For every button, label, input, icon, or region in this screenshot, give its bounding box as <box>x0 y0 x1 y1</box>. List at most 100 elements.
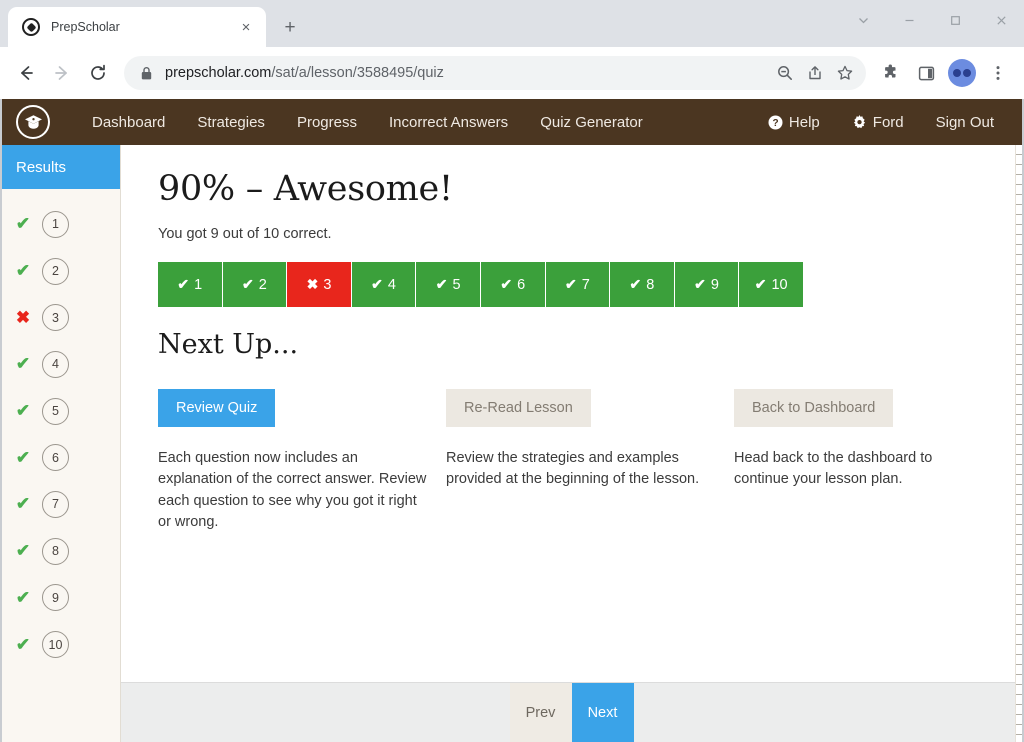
prepscholar-favicon-icon <box>22 18 40 36</box>
check-icon: ✔ <box>694 276 706 292</box>
check-icon: ✔ <box>15 634 31 654</box>
site-navigation-bar: Dashboard Strategies Progress Incorrect … <box>2 99 1022 145</box>
browser-tab[interactable]: PrepScholar × <box>8 7 266 47</box>
question-box-1[interactable]: ✔ 1 <box>158 262 223 307</box>
page-body: Results ✔ 1 ✔ 2 ✖ 3 ✔ 4 ✔ 5 ✔ 6 ✔ 7 ✔ 8 ✔ 9 ✔ 10 9 <box>2 145 1022 742</box>
share-icon[interactable] <box>800 58 830 88</box>
profile-avatar-icon[interactable] <box>948 59 976 87</box>
close-tab-icon[interactable]: × <box>236 17 256 37</box>
lock-icon <box>140 66 153 81</box>
browser-window: PrepScholar × + prepscholar.com/sat/a/le… <box>0 0 1024 742</box>
page-scroll-rail[interactable] <box>1015 145 1022 742</box>
review-quiz-description: Each question now includes an explanatio… <box>158 450 427 531</box>
check-icon: ✔ <box>15 587 31 607</box>
chrome-menu-icon[interactable] <box>980 55 1016 91</box>
sidebar-item-q4[interactable]: ✔ 4 <box>2 341 120 388</box>
question-box-3[interactable]: ✖ 3 <box>287 262 352 307</box>
nav-link-help[interactable]: ? Help <box>752 114 836 131</box>
re-read-lesson-button[interactable]: Re-Read Lesson <box>446 389 591 427</box>
check-icon: ✔ <box>177 276 190 292</box>
bookmark-star-icon[interactable] <box>830 58 860 88</box>
side-panel-icon[interactable] <box>908 55 944 91</box>
prev-button[interactable]: Prev <box>509 683 572 742</box>
question-box-6[interactable]: ✔ 6 <box>480 262 546 307</box>
tab-title: PrepScholar <box>51 20 120 34</box>
card-re-read-lesson: Re-Read Lesson Review the strategies and… <box>446 389 734 534</box>
zoom-out-icon[interactable] <box>770 58 800 88</box>
question-box-number: 4 <box>387 276 396 293</box>
svg-text:?: ? <box>772 118 778 129</box>
main-content: 90% – Awesome! You got 9 out of 10 corre… <box>121 145 1022 742</box>
maximize-icon[interactable] <box>932 0 978 40</box>
question-box-10[interactable]: ✔ 10 <box>739 262 803 307</box>
question-box-9[interactable]: ✔ 9 <box>674 262 740 307</box>
question-box-number: 7 <box>581 276 590 293</box>
sidebar-q-number: 8 <box>42 537 69 565</box>
close-window-icon[interactable] <box>978 0 1024 40</box>
nav-link-strategies[interactable]: Strategies <box>181 114 281 131</box>
question-box-number: 10 <box>771 276 788 293</box>
sidebar-item-q10[interactable]: ✔ 10 <box>2 621 120 668</box>
nav-link-account[interactable]: Ford <box>836 114 920 131</box>
question-box-number: 2 <box>258 276 267 293</box>
check-icon: ✔ <box>15 447 31 467</box>
question-box-7[interactable]: ✔ 7 <box>545 262 611 307</box>
question-box-5[interactable]: ✔ 5 <box>416 262 481 307</box>
sidebar-q-number: 5 <box>42 397 69 425</box>
extensions-puzzle-icon[interactable] <box>872 55 908 91</box>
sidebar-q-number: 10 <box>42 631 69 659</box>
sidebar-q-number: 2 <box>42 257 69 285</box>
sidebar-item-q3[interactable]: ✖ 3 <box>2 294 120 341</box>
nav-link-quiz-generator[interactable]: Quiz Generator <box>524 114 659 131</box>
sidebar-item-q6[interactable]: ✔ 6 <box>2 434 120 481</box>
nav-link-incorrect-answers[interactable]: Incorrect Answers <box>373 114 524 131</box>
question-box-2[interactable]: ✔ 2 <box>222 262 288 307</box>
reload-icon[interactable] <box>80 55 116 91</box>
back-to-dashboard-button[interactable]: Back to Dashboard <box>734 389 894 427</box>
sidebar-q-number: 1 <box>42 210 69 238</box>
question-box-number: 6 <box>517 276 526 293</box>
url-path: /sat/a/lesson/3588495/quiz <box>271 65 444 81</box>
new-tab-button[interactable]: + <box>276 13 304 41</box>
sidebar-heading: Results <box>2 145 120 189</box>
nav-link-help-label: Help <box>788 113 820 131</box>
gear-icon <box>853 114 865 128</box>
help-circle-icon: ? <box>768 115 783 129</box>
check-icon: ✔ <box>754 276 767 292</box>
review-quiz-button[interactable]: Review Quiz <box>158 389 276 427</box>
sidebar-item-q2[interactable]: ✔ 2 <box>2 248 120 295</box>
check-icon: ✔ <box>371 276 383 292</box>
score-subtitle: You got 9 out of 10 correct. <box>158 226 332 242</box>
next-button[interactable]: Next <box>571 683 634 742</box>
question-box-number: 5 <box>452 276 461 293</box>
sidebar-item-q8[interactable]: ✔ 8 <box>2 528 120 575</box>
question-box-8[interactable]: ✔ 8 <box>610 262 675 307</box>
question-box-4[interactable]: ✔ 4 <box>351 262 417 307</box>
tab-strip: PrepScholar × + <box>0 0 1024 47</box>
nav-link-sign-out[interactable]: Sign Out <box>920 114 1010 131</box>
sidebar-item-q9[interactable]: ✔ 9 <box>2 575 120 622</box>
url-text: prepscholar.com/sat/a/lesson/3588495/qui… <box>165 65 770 81</box>
sidebar-q-number: 6 <box>42 444 69 472</box>
check-icon: ✔ <box>564 276 577 292</box>
next-up-heading: Next Up... <box>158 329 299 360</box>
check-icon: ✔ <box>500 276 513 292</box>
check-icon: ✔ <box>629 276 642 292</box>
forward-icon[interactable] <box>44 55 80 91</box>
sidebar-q-number: 9 <box>42 584 69 612</box>
minimize-icon[interactable] <box>886 0 932 40</box>
sidebar-question-list: ✔ 1 ✔ 2 ✖ 3 ✔ 4 ✔ 5 ✔ 6 ✔ 7 ✔ 8 ✔ 9 ✔ 10 <box>2 189 120 668</box>
site-nav-right: ? Help Ford Sign Out <box>752 99 1010 145</box>
re-read-lesson-description: Review the strategies and examples provi… <box>446 450 700 488</box>
sidebar-item-q5[interactable]: ✔ 5 <box>2 388 120 435</box>
chevron-down-icon[interactable] <box>840 0 886 40</box>
nav-link-progress[interactable]: Progress <box>281 114 373 131</box>
nav-link-dashboard[interactable]: Dashboard <box>76 114 181 131</box>
sidebar-item-q1[interactable]: ✔ 1 <box>2 201 120 248</box>
browser-toolbar: prepscholar.com/sat/a/lesson/3588495/qui… <box>0 47 1024 99</box>
address-bar[interactable]: prepscholar.com/sat/a/lesson/3588495/qui… <box>124 56 866 90</box>
back-icon[interactable] <box>8 55 44 91</box>
sidebar-item-q7[interactable]: ✔ 7 <box>2 481 120 528</box>
check-icon: ✔ <box>15 541 31 561</box>
graduation-cap-logo-icon[interactable] <box>16 105 50 139</box>
